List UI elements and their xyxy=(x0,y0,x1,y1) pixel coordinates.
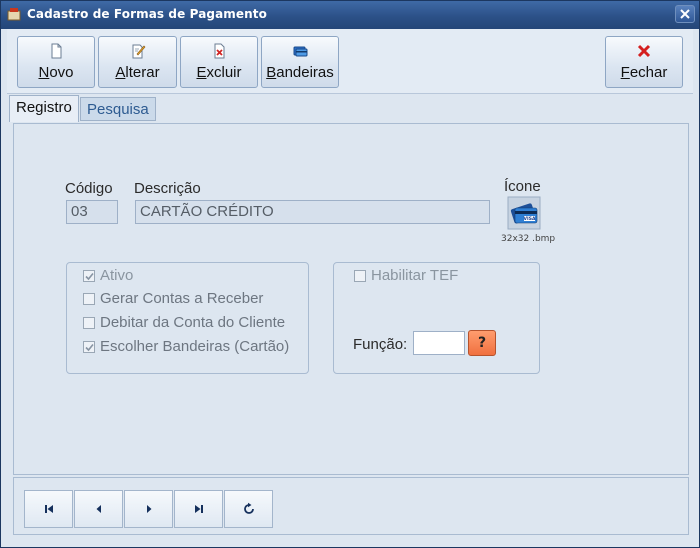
checkbox-box xyxy=(83,293,95,305)
tef-group: Habilitar TEF Função: ? xyxy=(333,262,540,374)
next-record-button[interactable] xyxy=(124,490,173,528)
codigo-label: Código xyxy=(65,180,113,197)
novo-button[interactable]: Novo xyxy=(17,36,95,88)
ativo-label: Ativo xyxy=(100,267,134,284)
next-record-icon xyxy=(146,505,151,513)
previous-record-button[interactable] xyxy=(74,490,123,528)
tab-pesquisa[interactable]: Pesquisa xyxy=(80,97,156,121)
codigo-field[interactable]: 03 xyxy=(66,200,118,224)
funcao-input[interactable] xyxy=(413,331,465,355)
descricao-field[interactable]: CARTÃO CRÉDITO xyxy=(135,200,490,224)
checkbox-box xyxy=(83,270,95,282)
close-icon xyxy=(680,9,690,19)
debitar-conta-label: Debitar da Conta do Cliente xyxy=(100,314,286,331)
icone-size-hint: 32x32 .bmp xyxy=(501,234,556,244)
bandeiras-accel: B xyxy=(266,64,277,81)
credit-cards-icon xyxy=(293,46,308,57)
alterar-accel: A xyxy=(115,64,126,81)
funcao-help-button[interactable]: ? xyxy=(468,330,496,356)
app-icon xyxy=(7,8,21,21)
excluir-button[interactable]: Excluir xyxy=(180,36,258,88)
credit-card-visa-icon[interactable]: VISA xyxy=(507,196,541,230)
checkbox-box xyxy=(83,317,95,329)
first-record-button[interactable] xyxy=(24,490,73,528)
escolher-bandeiras-label: Escolher Bandeiras (Cartão) xyxy=(100,338,290,355)
delete-document-icon xyxy=(214,43,225,59)
first-record-icon xyxy=(44,505,53,513)
novo-label: ovo xyxy=(49,64,74,81)
edit-document-icon xyxy=(132,44,145,59)
alterar-button[interactable]: Alterar xyxy=(98,36,177,88)
descricao-label: Descrição xyxy=(134,180,201,197)
funcao-label: Função: xyxy=(353,336,408,353)
window-title: Cadastro de Formas de Pagamento xyxy=(27,7,267,21)
new-document-icon xyxy=(51,43,62,59)
gerar-contas-label: Gerar Contas a Receber xyxy=(100,290,264,307)
toolbar: Novo Alterar Excluir Bandeiras Fechar xyxy=(7,29,693,94)
fechar-label: echar xyxy=(629,64,668,81)
client-area: Novo Alterar Excluir Bandeiras Fechar Re… xyxy=(7,29,693,543)
last-record-icon xyxy=(194,505,203,513)
bandeiras-button[interactable]: Bandeiras xyxy=(261,36,339,88)
options-group: Ativo Gerar Contas a Receber Debitar da … xyxy=(66,262,309,374)
checkbox-box xyxy=(354,270,366,282)
title-bar[interactable]: Cadastro de Formas de Pagamento xyxy=(1,1,699,29)
fechar-accel: F xyxy=(620,64,630,81)
registro-panel: Código 03 Descrição CARTÃO CRÉDITO Ícone… xyxy=(13,123,689,475)
checkbox-box xyxy=(83,341,95,353)
refresh-icon xyxy=(243,502,254,514)
previous-record-icon xyxy=(96,505,101,513)
close-icon xyxy=(637,44,651,58)
excluir-label: xcluir xyxy=(206,64,242,81)
excluir-accel: E xyxy=(196,64,207,81)
window-close-button[interactable] xyxy=(675,5,695,23)
record-navigator xyxy=(13,477,689,535)
last-record-button[interactable] xyxy=(174,490,223,528)
checkmark-icon xyxy=(85,343,94,352)
svg-text:VISA: VISA xyxy=(524,216,536,222)
fechar-button[interactable]: Fechar xyxy=(605,36,683,88)
habilitar-tef-label: Habilitar TEF xyxy=(371,267,459,284)
icone-label: Ícone xyxy=(504,178,541,195)
refresh-button[interactable] xyxy=(224,490,273,528)
bandeiras-label: andeiras xyxy=(276,64,334,81)
novo-accel: N xyxy=(38,64,50,81)
main-window: Cadastro de Formas de Pagamento Novo Alt… xyxy=(0,0,700,548)
alterar-label: lterar xyxy=(125,64,160,81)
tab-registro[interactable]: Registro xyxy=(9,95,79,122)
checkmark-icon xyxy=(85,272,94,281)
tab-strip: Registro Pesquisa xyxy=(7,95,693,123)
